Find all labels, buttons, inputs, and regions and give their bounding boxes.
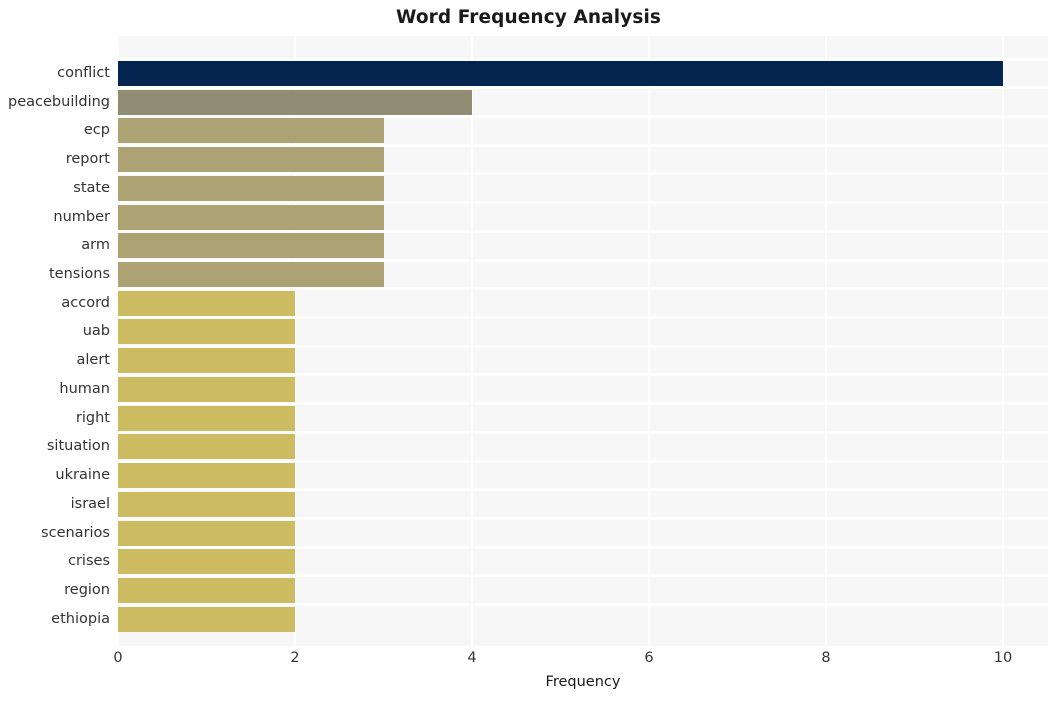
chart-figure: Word Frequency Analysis conflict peacebui… [0,0,1057,701]
y-tick-label: accord [61,294,110,311]
y-tick-label: scenarios [41,524,110,541]
y-tick-label: human [59,380,110,397]
x-tick-label: 0 [113,650,123,666]
y-tick-label: region [64,581,110,598]
y-tick-label: number [53,208,110,225]
y-tick-label: tensions [49,266,110,283]
y-axis-tick-labels: conflict peacebuilding ecp report state numbe… [0,36,1057,646]
y-tick-label: right [75,409,110,426]
y-tick-label: report [65,151,110,168]
x-tick-label: 6 [644,650,654,666]
y-tick-label: alert [76,352,110,369]
x-axis-label: Frequency [545,674,621,690]
y-tick-label: uab [82,323,110,340]
y-tick-label: state [73,179,110,196]
y-tick-label: situation [46,438,110,455]
y-tick-label: arm [81,237,110,254]
y-tick-label: peacebuilding [8,93,110,110]
y-tick-label: conflict [57,65,110,81]
y-tick-label: israel [70,495,110,512]
x-tick-label: 2 [290,650,300,666]
chart-title: Word Frequency Analysis [395,7,662,28]
y-tick-label: ethiopia [51,610,110,627]
y-tick-label: ecp [83,122,110,139]
x-tick-label: 10 [993,650,1013,666]
y-tick-label: ukraine [55,467,110,484]
x-tick-label: 4 [467,650,477,666]
x-tick-label: 8 [821,650,831,666]
y-tick-label: crises [68,553,110,570]
